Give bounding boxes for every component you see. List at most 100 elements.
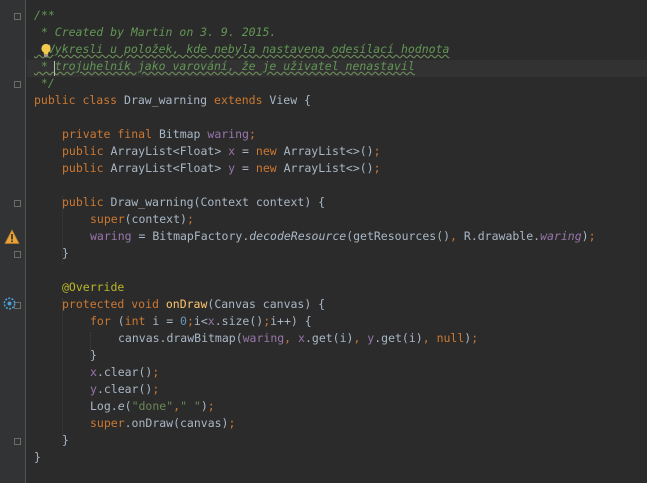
code-line[interactable]: } <box>90 347 97 364</box>
code-line[interactable]: } <box>34 449 41 466</box>
code-token: onDraw <box>165 297 208 311</box>
code-token: waring <box>207 127 249 141</box>
code-line[interactable]: x.clear(); <box>90 364 159 381</box>
code-token: View { <box>269 93 311 107</box>
code-token: i = <box>152 314 181 328</box>
code-token: x <box>228 144 243 158</box>
fold-toggle[interactable] <box>14 81 21 88</box>
code-token: ; <box>228 416 236 430</box>
warning-triangle-icon[interactable] <box>4 229 20 245</box>
code-token: super <box>90 212 125 226</box>
override-method-icon[interactable] <box>3 297 16 310</box>
code-line[interactable]: private final Bitmap waring; <box>62 126 256 143</box>
code-token: public <box>62 161 111 175</box>
code-token: ) <box>200 399 208 413</box>
code-line[interactable]: super(context); <box>90 211 194 228</box>
code-token: waring <box>90 229 139 243</box>
code-token: ; <box>186 212 194 226</box>
code-line[interactable]: */ <box>34 75 55 92</box>
code-token: .size() <box>214 314 264 328</box>
code-token: ; <box>152 382 160 396</box>
code-token: new <box>255 161 284 175</box>
code-token: public <box>62 144 111 158</box>
code-token: , <box>422 331 437 345</box>
code-line[interactable]: public ArrayList<Float> x = new ArrayLis… <box>62 143 381 160</box>
code-token: ; <box>248 127 256 141</box>
code-token: i++) { <box>270 314 312 328</box>
text-caret <box>54 61 55 76</box>
code-token: ArrayList<Float> <box>110 144 229 158</box>
code-token: ArrayList<>() <box>283 161 374 175</box>
lightbulb-icon[interactable] <box>40 43 52 58</box>
code-token: x <box>207 314 215 328</box>
code-line[interactable]: @Override <box>62 279 124 296</box>
code-token: .get(i) <box>304 331 354 345</box>
code-line[interactable]: public ArrayList<Float> y = new ArrayLis… <box>62 160 381 177</box>
code-token: null <box>436 331 465 345</box>
code-line[interactable]: /** <box>34 7 55 24</box>
code-line[interactable]: public class Draw_warning extends View { <box>34 92 311 109</box>
code-token: ; <box>471 331 479 345</box>
code-token: Draw_warning(Context context) { <box>110 195 326 209</box>
code-token: Bitmap <box>158 127 208 141</box>
code-token: public <box>62 195 111 209</box>
code-token: public class <box>34 93 125 107</box>
code-token: int <box>124 314 153 328</box>
code-editor[interactable]: /** * Created by Martin on 3. 9. 2015. V… <box>34 0 647 483</box>
fold-toggle[interactable] <box>14 438 21 445</box>
code-token: ArrayList<>() <box>283 144 374 158</box>
code-token: * Created by Martin on 3. 9. 2015. <box>34 25 277 39</box>
code-token: waring <box>242 331 285 345</box>
code-line[interactable]: * trojuhelník jako varování, že je uživa… <box>34 58 415 75</box>
code-line[interactable]: Vykresli u položek, kde nebyla nastavena… <box>34 41 450 58</box>
code-token: ; <box>373 161 381 175</box>
code-line[interactable]: canvas.drawBitmap(waring, x.get(i), y.ge… <box>118 330 478 347</box>
code-token: Vykresli u položek, kde nebyla nastavena… <box>34 42 450 56</box>
code-line[interactable]: public Draw_warning(Context context) { <box>62 194 325 211</box>
code-token: , <box>284 331 299 345</box>
code-token: " " <box>180 399 201 413</box>
code-token: } <box>62 433 69 447</box>
code-token: .clear() <box>96 382 153 396</box>
code-token: protected void <box>62 297 166 311</box>
code-token: ; <box>152 365 160 379</box>
code-line[interactable]: Log.e("done"," "); <box>90 398 215 415</box>
code-token: waring <box>540 229 582 243</box>
code-line[interactable]: y.clear(); <box>90 381 159 398</box>
code-token: R.drawable. <box>463 229 541 243</box>
code-line[interactable]: } <box>62 432 69 449</box>
code-token: .get(i) <box>374 331 423 345</box>
code-token: /** <box>34 8 55 22</box>
code-token: y <box>228 161 243 175</box>
code-token: = BitmapFactory. <box>138 229 250 243</box>
code-token: for <box>90 314 118 328</box>
code-line[interactable]: for (int i = 0;i<x.size();i++) { <box>90 313 312 330</box>
code-token: @Override <box>62 280 125 294</box>
code-token: e <box>117 399 125 413</box>
code-token: , <box>450 229 464 243</box>
code-token: 0 <box>180 314 187 328</box>
code-token: = <box>242 144 256 158</box>
code-token: (context) <box>124 212 187 226</box>
code-token: ; <box>588 229 596 243</box>
code-token: private final <box>62 127 159 141</box>
code-token: (getResources() <box>346 229 451 243</box>
code-line[interactable]: waring = BitmapFactory.decodeResource(ge… <box>90 228 596 245</box>
code-token: super <box>90 416 125 430</box>
fold-toggle[interactable] <box>14 13 21 20</box>
code-line[interactable]: * Created by Martin on 3. 9. 2015. <box>34 24 276 41</box>
code-token: Draw_warning <box>124 93 215 107</box>
code-line[interactable]: protected void onDraw(Canvas canvas) { <box>62 296 325 313</box>
code-token: ; <box>186 314 194 328</box>
fold-toggle[interactable] <box>14 251 21 258</box>
code-token: ) <box>581 229 589 243</box>
code-line[interactable]: super.onDraw(canvas); <box>90 415 235 432</box>
code-token: Log. <box>90 399 118 413</box>
code-token: extends <box>214 93 270 107</box>
fold-toggle[interactable] <box>14 200 21 207</box>
code-token: x <box>298 331 305 345</box>
code-token: i< <box>193 314 208 328</box>
code-line[interactable]: } <box>62 245 69 262</box>
code-token: ( <box>124 399 132 413</box>
code-token: ; <box>373 144 381 158</box>
